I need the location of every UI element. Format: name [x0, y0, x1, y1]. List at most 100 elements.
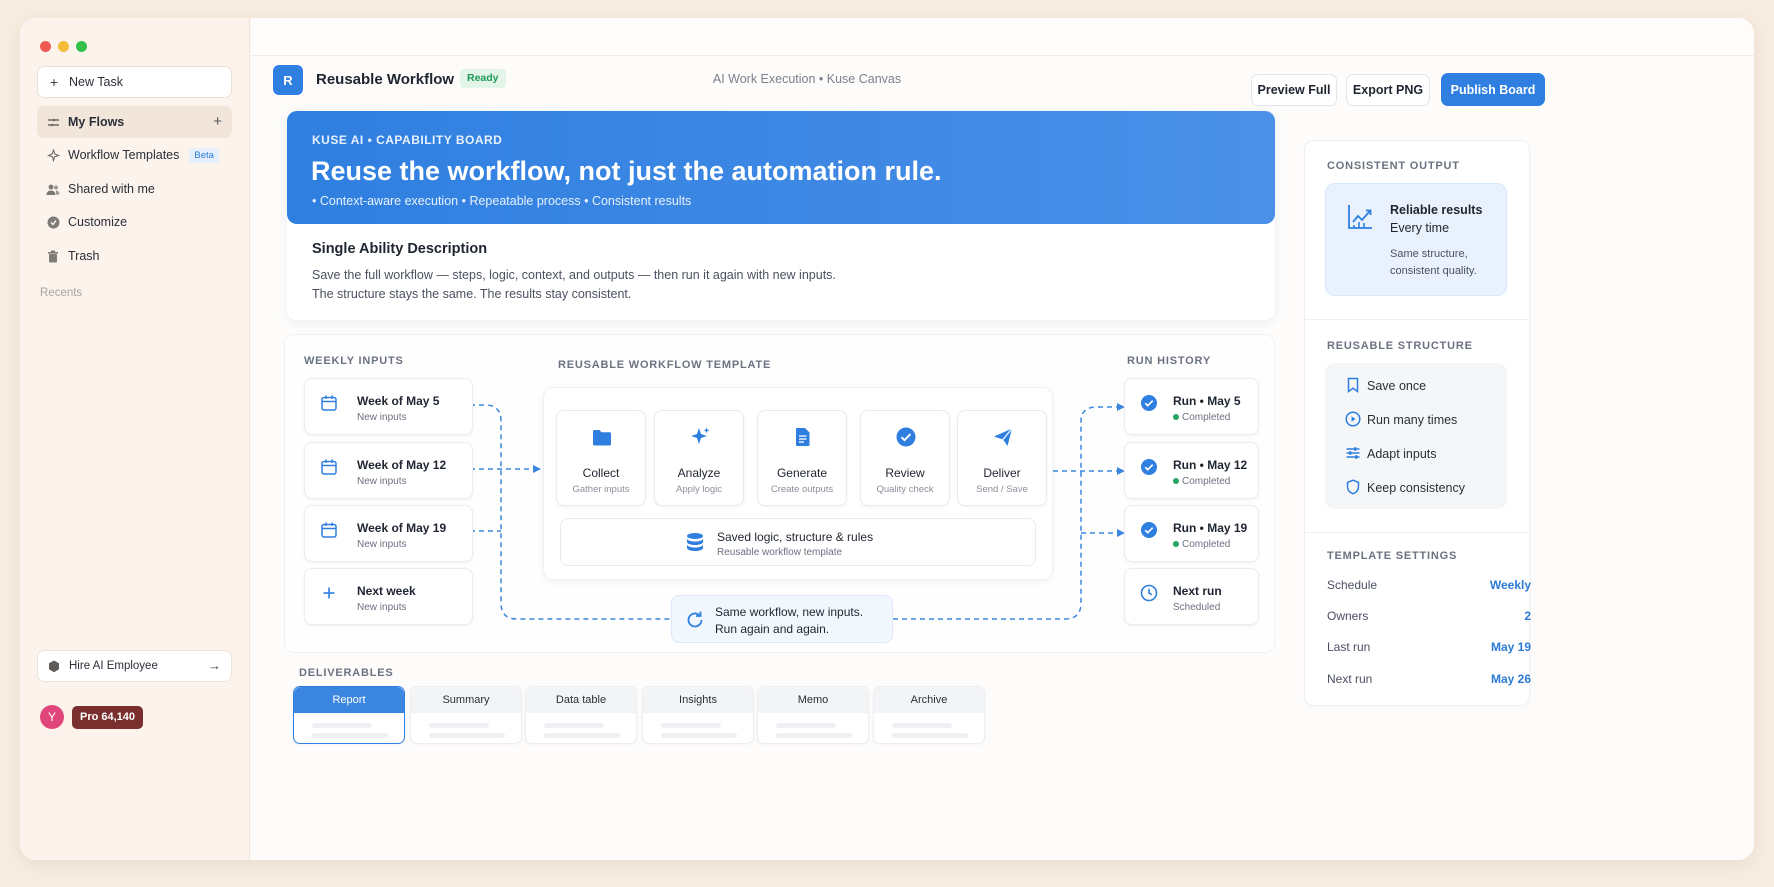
step-title: Analyze [677, 466, 721, 480]
main-area: R Reusable Workflow Ready AI Work Execut… [251, 18, 1754, 860]
input-card[interactable]: Week of May 12 New inputs [304, 442, 473, 499]
placeholder-line [312, 723, 372, 728]
avatar[interactable]: Y [40, 705, 64, 729]
avatar-letter: Y [47, 710, 56, 724]
preview-full-button[interactable]: Preview Full [1251, 74, 1337, 106]
run-card[interactable]: Run • May 19 Completed [1124, 505, 1259, 562]
sidebar-item-my-flows[interactable]: My Flows + [37, 106, 232, 138]
maximize-window-icon[interactable] [76, 41, 87, 52]
sliders-icon [1346, 447, 1360, 459]
run-history-heading: RUN HISTORY [1127, 355, 1211, 367]
people-icon [46, 182, 60, 196]
reliable-title: Reliable results [1390, 203, 1483, 217]
steps-row: Collect Gather inputs Analyze Apply logi… [556, 410, 1047, 506]
deliverable-label: Report [294, 687, 404, 713]
input-card[interactable]: Week of May 19 New inputs [304, 505, 473, 562]
description-title: Single Ability Description [312, 241, 488, 257]
add-flow-icon[interactable]: + [213, 113, 222, 130]
run-status: Completed [1173, 412, 1230, 423]
input-card[interactable]: Week of May 5 New inputs [304, 378, 473, 435]
setting-schedule[interactable]: Schedule Weekly [1327, 578, 1531, 592]
deliverable-memo[interactable]: Memo [757, 686, 869, 744]
workflow-canvas: WEEKLY INPUTS REUSABLE WORKFLOW TEMPLATE… [284, 334, 1275, 653]
divider [1305, 319, 1531, 320]
export-png-button[interactable]: Export PNG [1346, 74, 1430, 106]
sidebar-item-label: Trash [68, 249, 100, 263]
beta-badge: Beta [189, 147, 219, 163]
placeholder-line [544, 723, 604, 728]
input-card[interactable]: Next week New inputs [304, 568, 473, 625]
run-card[interactable]: Run • May 5 Completed [1124, 378, 1259, 435]
sidebar-item-shared[interactable]: Shared with me [37, 173, 232, 205]
flows-icon [46, 115, 60, 129]
saved-template-box[interactable]: Saved logic, structure & rules Reusable … [560, 518, 1036, 566]
page-title: Reusable Workflow [316, 71, 455, 88]
app-window: + New Task My Flows + Workflow Templates… [20, 18, 1754, 860]
reusable-item: Run many times [1367, 413, 1458, 427]
hire-ai-employee-button[interactable]: Hire AI Employee → [37, 650, 232, 682]
placeholder-line [429, 733, 505, 738]
placeholder-line [544, 733, 620, 738]
cube-icon [47, 659, 61, 673]
recents-heading: Recents [40, 287, 83, 299]
description-line-2: The structure stays the same. The result… [312, 287, 632, 301]
setting-last-run[interactable]: Last run May 19 [1327, 640, 1531, 654]
setting-value: 2 [1524, 609, 1531, 623]
divider [1305, 532, 1531, 533]
deliverable-data-table[interactable]: Data table [525, 686, 637, 744]
deliverable-insights[interactable]: Insights [642, 686, 754, 744]
deliverable-label: Archive [874, 687, 984, 713]
setting-key: Last run [1327, 640, 1371, 654]
step-sub: Send / Save [976, 484, 1028, 495]
run-title: Next run [1173, 584, 1222, 598]
sidebar-item-customize[interactable]: Customize [37, 206, 232, 238]
sidebar: + New Task My Flows + Workflow Templates… [20, 18, 250, 860]
capability-card: KUSE AI • CAPABILITY BOARD Reuse the wor… [287, 111, 1275, 320]
status-badge: Ready [460, 69, 506, 88]
setting-value: May 19 [1490, 640, 1531, 654]
placeholder-line [429, 723, 489, 728]
placeholder-line [776, 733, 852, 738]
deliverable-report[interactable]: Report [293, 686, 405, 744]
setting-key: Schedule [1327, 578, 1378, 592]
placeholder-line [776, 723, 836, 728]
deliverables-row: Report Summary Data table Insights Memo … [293, 686, 985, 746]
publish-board-button[interactable]: Publish Board [1441, 73, 1545, 106]
step-analyze[interactable]: Analyze Apply logic [654, 410, 744, 506]
step-generate[interactable]: Generate Create outputs [757, 410, 847, 506]
setting-owners[interactable]: Owners 2 [1327, 609, 1531, 623]
sidebar-item-trash[interactable]: Trash [37, 240, 232, 272]
step-collect[interactable]: Collect Gather inputs [556, 410, 646, 506]
step-title: Collect [582, 466, 620, 480]
document-icon [796, 428, 810, 446]
deliverable-label: Summary [411, 687, 521, 713]
shield-icon [1346, 479, 1360, 495]
sidebar-item-workflow-templates[interactable]: Workflow Templates Beta [37, 139, 232, 171]
setting-next-run[interactable]: Next run May 26 [1327, 672, 1531, 686]
setting-value: May 26 [1490, 672, 1531, 686]
reliable-desc-1: Same structure, [1390, 248, 1468, 260]
hero-headline: Reuse the workflow, not just the automat… [311, 156, 942, 186]
input-sub: New inputs [357, 412, 407, 423]
step-sub: Create outputs [770, 484, 834, 495]
deliverable-archive[interactable]: Archive [873, 686, 985, 744]
run-sub: Completed [1182, 539, 1231, 550]
right-panel: CONSISTENT OUTPUT Reliable results Every… [1304, 140, 1531, 706]
input-sub: New inputs [357, 602, 407, 613]
step-deliver[interactable]: Deliver Send / Save [957, 410, 1047, 506]
sidebar-item-label: Workflow Templates [68, 148, 180, 162]
deliverable-summary[interactable]: Summary [410, 686, 522, 744]
minimize-window-icon[interactable] [58, 41, 69, 52]
new-task-button[interactable]: + New Task [37, 66, 232, 98]
reusable-item: Adapt inputs [1367, 447, 1437, 461]
close-window-icon[interactable] [40, 41, 51, 52]
loop-line-1: Same workflow, new inputs. [715, 605, 864, 619]
bookmark-icon [1347, 377, 1359, 393]
run-card[interactable]: Next run Scheduled [1124, 568, 1259, 625]
plan-badge[interactable]: Pro 64,140 [72, 706, 144, 729]
step-review[interactable]: Review Quality check [860, 410, 950, 506]
run-title: Run • May 19 [1173, 521, 1248, 535]
saved-sub: Reusable workflow template [717, 547, 843, 558]
step-sub: Apply logic [676, 484, 722, 495]
run-card[interactable]: Run • May 12 Completed [1124, 442, 1259, 499]
